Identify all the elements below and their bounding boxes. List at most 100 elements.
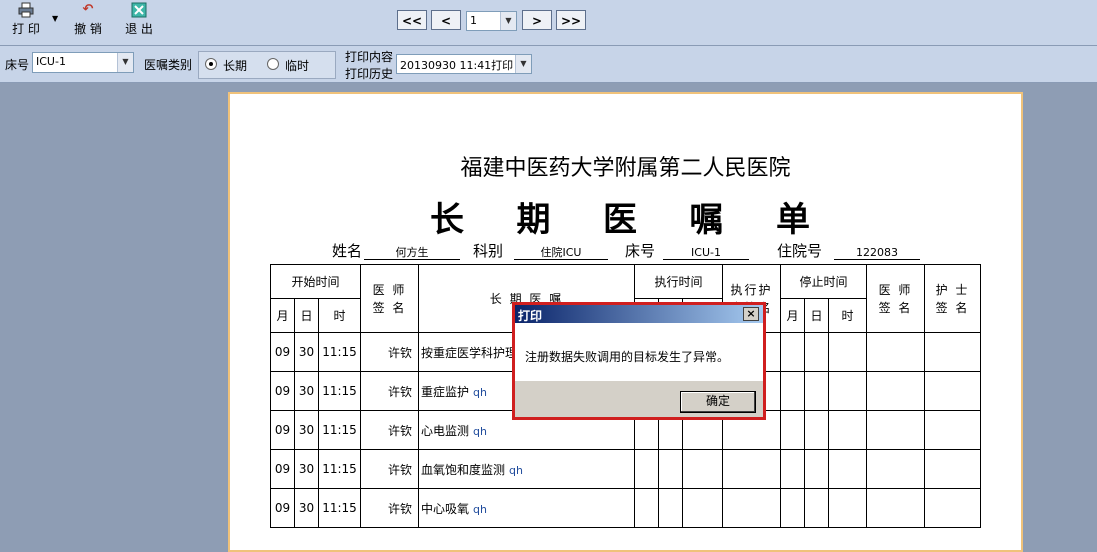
print-label: 打 印 [12,22,40,36]
empty-cell [722,449,781,489]
order-text: 按重症医学科护理 [421,345,518,360]
last-page-button[interactable]: >> [556,10,586,30]
page-select[interactable]: 1 ▼ [466,11,517,31]
dialog-title: 打印 [518,309,543,323]
exit-label: 退 出 [125,22,153,36]
empty-cell [780,410,805,450]
doctor-cell: 许钦 [360,371,419,411]
doctor-cell: 许钦 [360,410,419,450]
empty-cell [828,488,867,528]
day-cell: 30 [294,332,319,372]
page-select-arrow-icon[interactable]: ▼ [500,12,516,30]
empty-cell [804,410,829,450]
doctor-cell: 许钦 [360,332,419,372]
empty-cell [780,371,805,411]
print-history-label: 打印历史 [345,67,394,81]
bed-select-value: ICU-1 [36,55,66,68]
long-term-radio[interactable] [205,58,217,70]
sheet-title-char: 长 [430,200,464,240]
month-cell: 09 [270,449,295,489]
temporary-radio[interactable] [267,58,279,70]
empty-cell [866,449,925,489]
empty-cell [634,449,659,489]
dialog-title-bar[interactable]: 打印 × [515,305,763,323]
empty-cell [924,332,981,372]
order-type-label: 医嘱类别 [144,58,193,72]
exit-icon [131,2,147,18]
day-cell: 30 [294,488,319,528]
time-header: 时 [318,298,361,333]
next-page-button[interactable]: > [522,10,552,30]
bed-select[interactable]: ICU-1 ▼ [32,52,134,73]
empty-cell [828,371,867,411]
table-header-row: 开始时间 医 师 签 名 长 期 医 嘱 执行时间 执行护 士签名 停止时间 医… [270,264,981,333]
doctor-cell: 许钦 [360,449,419,489]
time-cell: 11:15 [318,371,361,411]
print-content-label: 打印内容 [345,50,394,64]
empty-cell [658,449,683,489]
empty-cell [924,488,981,528]
doctor-sign-header: 医 师 签 名 [360,264,419,333]
prev-page-button[interactable]: < [431,10,461,30]
temporary-label[interactable]: 临时 [285,57,309,74]
table-row: 09 30 11:15 许钦 血氧饱和度监测 qh [270,449,981,489]
page-select-value: 1 [470,14,477,27]
doctor-sign2-header: 医 师 签 名 [866,264,925,333]
filter-bar: 床号 ICU-1 ▼ 医嘱类别 长期 临时 打印内容 打印历史 20130930… [0,46,1097,83]
hospital-name: 福建中医药大学附属第二人民医院 [460,156,791,181]
long-term-label[interactable]: 长期 [223,57,247,74]
exec-time-header: 执行时间 [634,264,723,299]
sheet-bed-label: 床号 [625,242,656,260]
month-cell: 09 [270,371,295,411]
dept-label: 科别 [473,242,504,260]
admission-no-label: 住院号 [777,242,823,260]
print-history-select[interactable]: 20130930 11:41打印 ▼ [396,54,532,74]
patient-name-value: 何方生 [364,246,460,260]
order-cell: 血氧饱和度监测 qh [418,449,635,489]
empty-cell [804,332,829,372]
day-cell: 30 [294,410,319,450]
empty-cell [682,488,723,528]
print-history-arrow-icon[interactable]: ▼ [515,55,531,73]
order-text: 中心吸氧 [421,501,470,516]
sheet-bed-value: ICU-1 [663,246,749,260]
order-text: 血氧饱和度监测 [421,462,506,477]
empty-cell [634,488,659,528]
order-frequency: qh [473,385,487,399]
exit-button[interactable]: 退 出 [122,2,156,42]
nurse-sign-header: 护 士 签 名 [924,264,981,333]
order-text: 重症监护 [421,384,470,399]
empty-cell [866,410,925,450]
order-frequency: qh [509,463,523,477]
order-text: 心电监测 [421,423,470,438]
bed-select-arrow-icon[interactable]: ▼ [117,53,133,72]
patient-name-label: 姓名 [332,242,363,260]
day-cell: 30 [294,449,319,489]
undo-button[interactable]: ↶ 撤 销 [70,2,106,42]
print-button[interactable]: 打 印 [8,2,44,42]
empty-cell [780,488,805,528]
month-cell: 09 [270,410,295,450]
first-page-button[interactable]: << [397,10,427,30]
time-cell: 11:15 [318,488,361,528]
empty-cell [804,449,829,489]
dialog-message: 注册数据失败调用的目标发生了异常。 [525,350,730,364]
month-cell: 09 [270,332,295,372]
time-cell: 11:15 [318,449,361,489]
print-dropdown-arrow-icon[interactable]: ▼ [52,14,58,23]
time-cell: 11:15 [318,332,361,372]
empty-cell [866,371,925,411]
dialog-body: 注册数据失败调用的目标发生了异常。 [515,323,763,381]
empty-cell [780,449,805,489]
undo-label: 撤 销 [74,22,102,36]
order-type-radio-group: 长期 临时 [198,51,336,79]
dept-value: 住院ICU [514,246,608,260]
print-history-value: 20130930 11:41打印 [400,59,514,72]
empty-cell [866,488,925,528]
close-icon[interactable]: × [743,307,759,321]
doctor-cell: 许钦 [360,488,419,528]
bed-label: 床号 [5,58,30,72]
month-header: 月 [270,298,295,333]
sheet-title-char: 医 [603,200,637,240]
ok-button[interactable]: 确定 [680,391,756,413]
